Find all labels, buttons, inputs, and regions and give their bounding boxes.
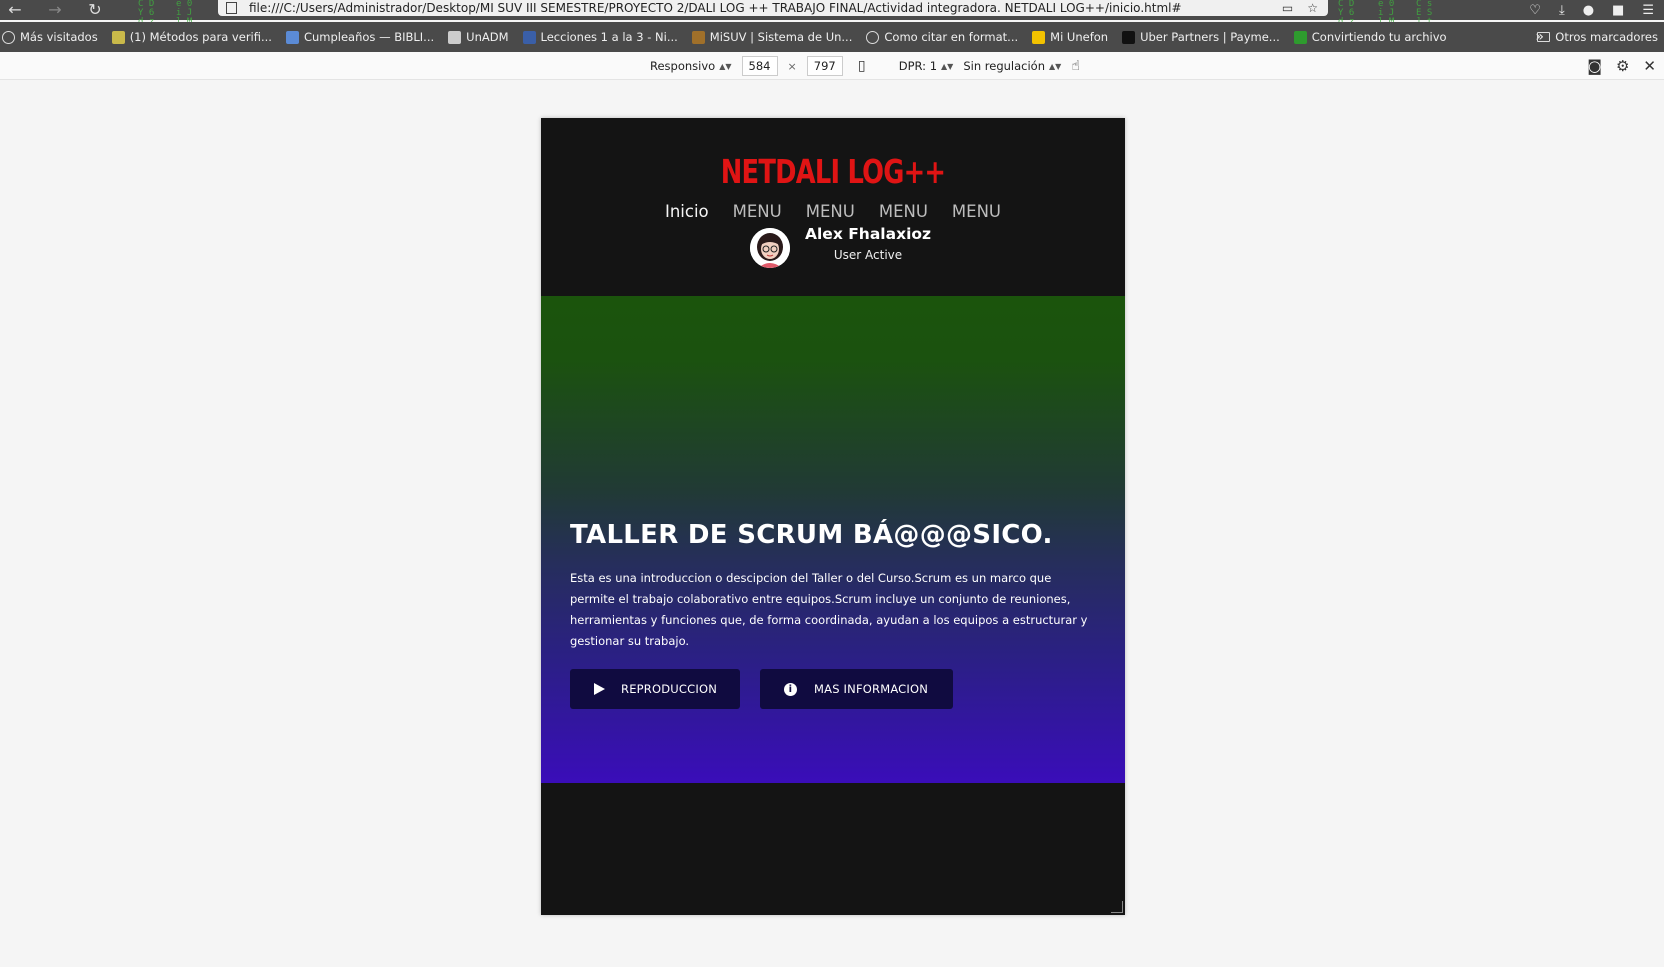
folder-icon bbox=[1537, 32, 1551, 42]
info-icon: i bbox=[784, 682, 797, 696]
bookmark-label: Cumpleaños — BIBLI... bbox=[303, 30, 435, 44]
globe-icon bbox=[866, 30, 880, 44]
hero-banner: TALLER DE SCRUM BÁ@@@SICO. Esta es una i… bbox=[541, 296, 1125, 783]
viewport-width-input[interactable]: 584 bbox=[741, 56, 778, 76]
pocket-icon[interactable]: ♡ bbox=[1529, 3, 1541, 18]
bookmark-label: Uber Partners | Payme... bbox=[1140, 30, 1280, 44]
updown-icon: ▲▼ bbox=[719, 61, 732, 71]
dimension-separator: × bbox=[787, 59, 797, 73]
nav-item-menu[interactable]: MENU bbox=[733, 202, 782, 221]
bookmark-label: Convirtiendo tu archivo bbox=[1311, 30, 1447, 44]
dpr-label: DPR: 1 bbox=[898, 59, 938, 73]
close-icon[interactable]: ✕ bbox=[1643, 57, 1656, 75]
bookmark-icon bbox=[1032, 30, 1046, 44]
url-actions: ▭ ☆ bbox=[1282, 1, 1328, 15]
device-selector[interactable]: Responsivo ▲▼ bbox=[650, 59, 732, 73]
bookmark-item[interactable]: Convirtiendo tu archivo bbox=[1293, 30, 1447, 44]
bookmark-item[interactable]: Cumpleaños — BIBLI... bbox=[285, 30, 435, 44]
gear-icon bbox=[2, 30, 15, 44]
brand-logo[interactable]: NETDALI LOG++ bbox=[605, 152, 1061, 191]
bookmark-label: (1) Métodos para verifi... bbox=[129, 30, 272, 44]
bookmark-item[interactable]: UnADM bbox=[448, 30, 509, 44]
throttle-label: Sin regulación bbox=[963, 59, 1045, 73]
bookmark-icon bbox=[285, 30, 299, 44]
url-text[interactable]: file:///C:/Users/Administrador/Desktop/M… bbox=[249, 1, 1282, 15]
bookmark-icon bbox=[448, 30, 462, 44]
other-bookmarks-label: Otros marcadores bbox=[1555, 30, 1658, 44]
bookmark-label: Como citar en format... bbox=[884, 30, 1019, 44]
site-header: NETDALI LOG++ Inicio MENU MENU MENU MENU bbox=[541, 118, 1125, 296]
bookmark-label: Lecciones 1 a la 3 - Ni... bbox=[540, 30, 678, 44]
address-bar[interactable]: file:///C:/Users/Administrador/Desktop/M… bbox=[218, 0, 1328, 16]
menu-icon[interactable]: ☰ bbox=[1642, 3, 1654, 18]
avatar bbox=[750, 228, 790, 268]
star-icon[interactable]: ☆ bbox=[1307, 1, 1318, 15]
bookmark-icon bbox=[691, 30, 705, 44]
bookmark-icon bbox=[522, 30, 536, 44]
back-icon[interactable]: ← bbox=[4, 2, 26, 18]
bookmark-item[interactable]: Como citar en format... bbox=[866, 30, 1018, 44]
play-button-label: REPRODUCCION bbox=[621, 682, 718, 696]
bookmark-icon bbox=[1293, 30, 1307, 44]
extension-icon[interactable]: ■ bbox=[1612, 3, 1624, 18]
forward-icon[interactable]: → bbox=[44, 2, 66, 18]
main-nav: Inicio MENU MENU MENU MENU bbox=[541, 202, 1125, 221]
play-icon bbox=[594, 683, 605, 695]
updown-icon: ▲▼ bbox=[1049, 61, 1062, 71]
user-profile[interactable]: Alex Fhalaxioz User Active bbox=[750, 224, 931, 268]
viewport-height-input[interactable]: 797 bbox=[806, 56, 843, 76]
user-status: User Active bbox=[833, 248, 903, 262]
nav-buttons: ← → ↻ bbox=[4, 0, 106, 20]
bookmark-item[interactable]: Uber Partners | Payme... bbox=[1122, 30, 1280, 44]
bookmark-label: UnADM bbox=[466, 30, 509, 44]
reader-icon[interactable]: ▭ bbox=[1282, 1, 1293, 15]
browser-toolbar: ← → ↻ C DY 6d z e 0i Jl M file:///C:/Use… bbox=[0, 0, 1664, 27]
bookmark-icon bbox=[111, 30, 125, 44]
nav-item-menu[interactable]: MENU bbox=[879, 202, 928, 221]
nav-item-menu[interactable]: MENU bbox=[806, 202, 855, 221]
hero-title: TALLER DE SCRUM BÁ@@@SICO. bbox=[570, 520, 1053, 550]
more-info-button[interactable]: i MAS INFORMACION bbox=[760, 669, 953, 709]
bookmark-label: Más visitados bbox=[20, 30, 98, 44]
device-label: Responsivo bbox=[650, 59, 716, 73]
nav-item-menu[interactable]: MENU bbox=[952, 202, 1001, 221]
user-name: Alex Fhalaxioz bbox=[805, 225, 932, 243]
other-bookmarks[interactable]: Otros marcadores bbox=[1537, 22, 1658, 52]
page-viewport: NETDALI LOG++ Inicio MENU MENU MENU MENU bbox=[541, 118, 1125, 915]
extension-icon[interactable]: ● bbox=[1583, 3, 1594, 18]
play-button[interactable]: REPRODUCCION bbox=[570, 669, 740, 709]
updown-icon: ▲▼ bbox=[941, 61, 954, 71]
touch-icon[interactable]: ☝ bbox=[1071, 58, 1080, 74]
hero-description: Esta es una introduccion o descipcion de… bbox=[570, 571, 1088, 648]
bookmark-icon bbox=[1122, 30, 1136, 44]
bookmark-item[interactable]: Lecciones 1 a la 3 - Ni... bbox=[522, 30, 678, 44]
download-icon[interactable]: ⤓ bbox=[1559, 3, 1565, 18]
nav-item-inicio[interactable]: Inicio bbox=[665, 202, 709, 221]
bookmark-item[interactable]: (1) Métodos para verifi... bbox=[111, 30, 272, 44]
rotate-icon[interactable]: ▯ bbox=[853, 57, 871, 75]
screenshot-icon[interactable]: ◙ bbox=[1587, 57, 1602, 75]
bookmark-item[interactable]: Mi Unefon bbox=[1032, 30, 1108, 44]
reload-icon[interactable]: ↻ bbox=[84, 2, 106, 18]
responsive-toolbar: Responsivo ▲▼ 584 × 797 ▯ DPR: 1 ▲▼ Sin … bbox=[0, 52, 1664, 80]
dpr-selector[interactable]: DPR: 1 ▲▼ bbox=[899, 59, 954, 73]
page-icon bbox=[226, 2, 237, 14]
throttle-selector[interactable]: Sin regulación ▲▼ bbox=[963, 59, 1061, 73]
toolbar-icons: ♡ ⤓ ● ■ ☰ bbox=[1529, 0, 1664, 20]
resize-handle-icon[interactable] bbox=[1111, 901, 1123, 913]
bookmark-item[interactable]: Más visitados bbox=[2, 30, 98, 44]
settings-icon[interactable]: ⚙ bbox=[1616, 57, 1629, 75]
bookmark-label: Mi Unefon bbox=[1050, 30, 1109, 44]
bookmarks-bar: Más visitados (1) Métodos para verifi... C… bbox=[0, 22, 1664, 52]
bookmark-label: MiSUV | Sistema de Un... bbox=[709, 30, 853, 44]
more-info-button-label: MAS INFORMACION bbox=[814, 682, 929, 696]
bookmark-item[interactable]: MiSUV | Sistema de Un... bbox=[691, 30, 853, 44]
